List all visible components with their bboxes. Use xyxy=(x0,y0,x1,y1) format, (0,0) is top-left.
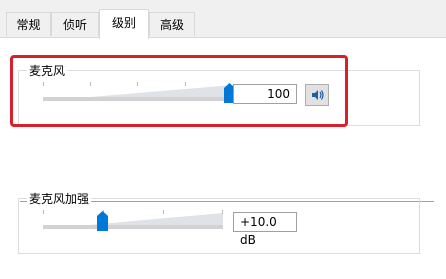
tab-bar: 常规 侦听 级别 高级 xyxy=(0,0,446,39)
boost-value-field[interactable]: +10.0 dB xyxy=(233,212,297,247)
tab-general[interactable]: 常规 xyxy=(6,12,51,36)
tab-listen[interactable]: 侦听 xyxy=(51,12,99,36)
microphone-boost-label: 麦克风加强 xyxy=(27,192,92,206)
tab-advanced[interactable]: 高级 xyxy=(149,12,195,36)
microphone-boost-group: 麦克风加强 +10.0 dB xyxy=(18,192,420,254)
boost-tick xyxy=(222,210,223,214)
highlight-box xyxy=(10,55,348,127)
boost-tick xyxy=(43,210,44,214)
boost-tick xyxy=(163,210,164,214)
tab-levels[interactable]: 级别 xyxy=(99,9,149,39)
boost-slider-thumb[interactable] xyxy=(97,211,109,231)
boost-level-ramp xyxy=(43,213,223,229)
